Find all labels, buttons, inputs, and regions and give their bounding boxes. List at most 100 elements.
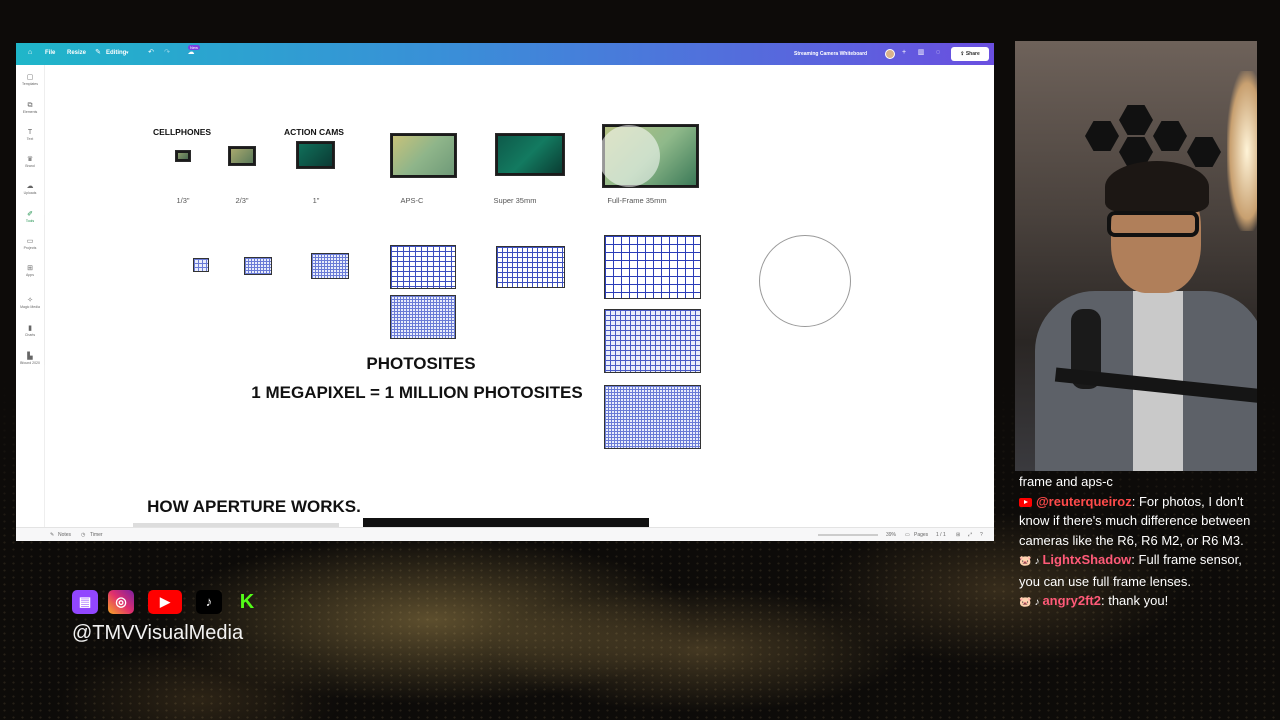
- sidebar-item-bfound[interactable]: ▙ Bfound 2020: [16, 352, 44, 366]
- photosite-grid[interactable]: [496, 246, 565, 288]
- hex-panel: [1119, 105, 1153, 135]
- sidebar-item-templates[interactable]: ▢ Templates: [16, 73, 44, 87]
- sidebar-label: Apps: [26, 273, 34, 277]
- timer-button[interactable]: Timer: [90, 532, 103, 538]
- templates-icon: ▢: [26, 74, 34, 81]
- kick-icon: K: [239, 591, 255, 613]
- sidebar-label: Projects: [23, 246, 37, 250]
- elements-icon: ⧉: [27, 102, 33, 109]
- pages-button[interactable]: Pages: [914, 532, 928, 538]
- photosite-grid[interactable]: [390, 295, 456, 339]
- hex-panel: [1187, 137, 1221, 167]
- sensor-label: 1": [312, 196, 320, 205]
- sidebar-item-text[interactable]: T Text: [16, 128, 44, 142]
- sidebar-label: Text: [26, 137, 34, 141]
- badge-icon: 🐷: [1019, 556, 1032, 567]
- image-circle-overlay[interactable]: [598, 125, 660, 187]
- youtube-icon: ▶: [148, 590, 182, 614]
- sensor-1-3-inch[interactable]: [175, 150, 191, 162]
- new-badge: New: [188, 45, 201, 50]
- document-title[interactable]: Streaming Camera Whiteboard: [794, 51, 867, 57]
- pages-icon[interactable]: ▭: [905, 532, 910, 538]
- grid-view-icon[interactable]: ⊞: [956, 532, 960, 538]
- photosites-title: PHOTOSITES: [366, 354, 476, 373]
- chat-username: LightxShadow: [1042, 552, 1132, 567]
- share-button[interactable]: ⇪ Share: [951, 47, 989, 61]
- sidebar-item-magic-media[interactable]: ✧ Magic Media: [16, 296, 44, 310]
- bfound-icon: ▙: [27, 353, 33, 360]
- chat-text: : thank you!: [1100, 593, 1169, 608]
- cloud-sync-icon[interactable]: ☁: [187, 49, 195, 57]
- sidebar-label: Tools: [25, 219, 35, 223]
- sensor-label: APS-C: [400, 196, 424, 205]
- social-handle: @TMVVisualMedia: [72, 622, 244, 644]
- photosite-grid[interactable]: [244, 257, 272, 275]
- sensor-label: Super 35mm: [493, 196, 537, 205]
- chat-username: @reuterqueiroz: [1036, 493, 1132, 509]
- analytics-icon[interactable]: ▥: [917, 49, 925, 57]
- editing-menu[interactable]: Editing: [106, 50, 126, 56]
- file-menu[interactable]: File: [45, 50, 55, 56]
- sensor-label: 1/3": [176, 196, 190, 205]
- circle-shape[interactable]: [759, 235, 851, 327]
- pencil-icon: ✎: [95, 49, 101, 56]
- sidebar-label: Charts: [24, 333, 36, 337]
- photosite-grid[interactable]: [604, 385, 701, 449]
- sidebar-label: Brand: [25, 164, 35, 168]
- sidebar-label: Uploads: [23, 191, 37, 195]
- left-sidebar: ▢ Templates ⧉ Elements T Text ♛ Brand ☁ Uploa…: [16, 65, 45, 527]
- notes-button[interactable]: Notes: [58, 532, 71, 538]
- sensor-1-inch[interactable]: [296, 141, 335, 169]
- photosite-grid[interactable]: [390, 245, 456, 289]
- top-toolbar: ⌂ File Resize ✎ Editing ▾ ↶ ↷ ☁ New Stre…: [16, 43, 994, 65]
- instagram-icon: ◎: [108, 590, 134, 614]
- timer-icon[interactable]: ◷: [81, 532, 85, 538]
- sidebar-item-brand[interactable]: ♛ Brand: [16, 155, 44, 169]
- page-count: 1 / 1: [936, 532, 946, 538]
- magic-media-icon: ✧: [27, 297, 33, 304]
- photosite-grid[interactable]: [604, 309, 701, 373]
- sidebar-item-apps[interactable]: ⊞ Apps: [16, 264, 44, 278]
- sidebar-item-elements[interactable]: ⧉ Elements: [16, 101, 44, 115]
- avatar[interactable]: [885, 49, 895, 59]
- tools-icon: ✐: [27, 211, 33, 218]
- notes-icon[interactable]: ✎: [50, 532, 54, 538]
- youtube-icon: [1019, 497, 1032, 507]
- brand-icon: ♛: [26, 156, 34, 163]
- help-icon[interactable]: ?: [980, 532, 983, 538]
- sidebar-item-uploads[interactable]: ☁ Uploads: [16, 182, 44, 196]
- chat-message-partial: frame and aps-c: [1019, 474, 1113, 489]
- photosite-grid[interactable]: [311, 253, 349, 279]
- zoom-level[interactable]: 39%: [886, 532, 896, 538]
- fullscreen-icon[interactable]: ⤢: [968, 532, 972, 538]
- uploads-icon: ☁: [26, 183, 34, 190]
- sensor-aps-c[interactable]: [390, 133, 457, 178]
- share-label: Share: [965, 51, 980, 57]
- studio-light: [1227, 71, 1257, 231]
- add-collaborator-icon[interactable]: +: [900, 49, 908, 57]
- hex-panel: [1085, 121, 1119, 151]
- redo-icon[interactable]: ↷: [163, 49, 171, 57]
- sensor-super-35[interactable]: [495, 133, 565, 176]
- sidebar-item-charts[interactable]: ▮ Charts: [16, 324, 44, 338]
- chat-message: 🐷 ♪ angry2ft2: thank you!: [1019, 591, 1264, 613]
- resize-menu[interactable]: Resize: [67, 50, 86, 56]
- chat-message: @reuterqueiroz: For photos, I don't know…: [1019, 492, 1264, 551]
- undo-icon[interactable]: ↶: [147, 49, 155, 57]
- home-icon[interactable]: ⌂: [26, 49, 34, 57]
- zoom-slider[interactable]: [818, 534, 878, 536]
- sensor-2-3-inch[interactable]: [228, 146, 256, 166]
- whiteboard-canvas[interactable]: CELLPHONES ACTION CAMS 1/3" 2/3" 1" APS-…: [45, 65, 994, 527]
- hex-panel: [1153, 121, 1187, 151]
- photosite-grid[interactable]: [193, 258, 209, 272]
- sidebar-item-tools[interactable]: ✐ Tools: [16, 210, 44, 224]
- chevron-down-icon[interactable]: ▾: [126, 50, 129, 56]
- sidebar-item-projects[interactable]: ▭ Projects: [16, 237, 44, 251]
- chat-username: angry2ft2: [1042, 593, 1101, 608]
- comment-icon[interactable]: ◌: [934, 49, 942, 57]
- photosite-grid[interactable]: [604, 235, 701, 299]
- bottom-bar: ✎ Notes ◷ Timer 39% ▭ Pages 1 / 1 ⊞ ⤢ ?: [16, 527, 994, 541]
- chat-message: 🐷 ♪ LightxShadow: Full frame sensor, you c…: [1019, 550, 1264, 591]
- aperture-video[interactable]: [363, 518, 649, 527]
- sensor-label: 2/3": [235, 196, 249, 205]
